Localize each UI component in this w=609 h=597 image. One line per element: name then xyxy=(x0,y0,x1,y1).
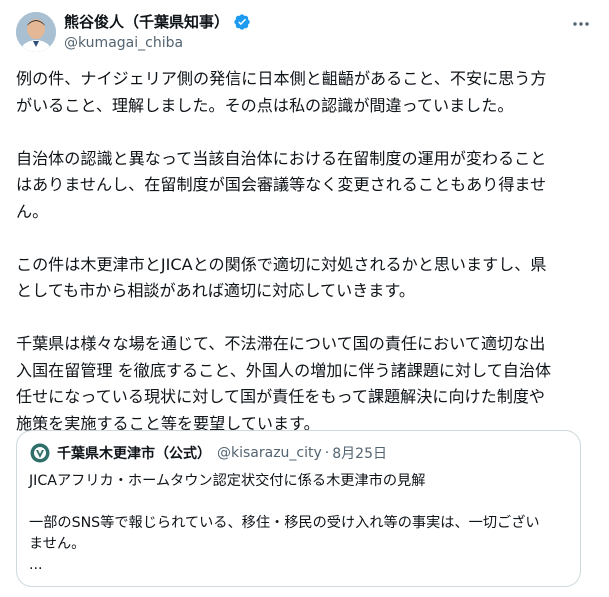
post-paragraph: 自治体の認識と異なって当該自治体における在留制度の運用が変わること はありませんし… xyxy=(16,146,592,226)
more-options-button[interactable] xyxy=(567,10,595,38)
quote-body-line: 一部のSNS等で報じられている、移住・移民の受け入れ等の事実は、一切ござい xyxy=(29,515,540,531)
post-line: 自治体の認識と異なって当該自治体における在留制度の運用が変わること xyxy=(16,148,547,168)
post-line: 千葉県は様々な場を通じて、不法滞在について国の責任において適切な出 xyxy=(16,334,546,353)
quote-body-line: ません。 xyxy=(29,536,86,552)
handle[interactable]: @kumagai_chiba xyxy=(64,34,251,53)
separator-dot: · xyxy=(324,445,330,461)
post-text: 例の件、ナイジェリア側の発信に日本側と齟齬があること、不安に思う方 がいること、理… xyxy=(16,66,592,464)
post-line: この件は木更津市とJICAとの関係で適切に対処されるかと思いますし、県 xyxy=(16,254,547,274)
more-options-icon xyxy=(573,22,589,26)
quote-text: JICAアフリカ・ホームタウン認定状交付に係る木更津市の見解 一部のSNS等で報… xyxy=(29,471,569,576)
quote-display-name[interactable]: 千葉県木更津市（公式） xyxy=(57,443,211,463)
quote-date[interactable]: 8月25日 xyxy=(332,443,387,463)
post-line: がいること、理解しました。その点は私の認識が間違っていました。 xyxy=(16,95,514,115)
author-info: 熊谷俊人（千葉県知事） @kumagai_chiba xyxy=(64,12,251,53)
quote-ellipsis: ... xyxy=(29,557,43,573)
post-line: としても市から相談があれば適切に対応していきます。 xyxy=(16,281,415,300)
avatar-photo-icon xyxy=(16,12,56,52)
post-paragraph: 千葉県は様々な場を通じて、不法滞在について国の責任において適切な出 入国在留管理 … xyxy=(16,331,592,437)
quote-header: 千葉県木更津市（公式） @kisarazu_city · 8月25日 xyxy=(29,442,387,464)
post-paragraph: この件は木更津市とJICAとの関係で適切に対処されるかと思いますし、県 としても市… xyxy=(16,252,592,305)
post-line: 任せになっている現状に対して国が責任をもって課題解決に向けた制度や xyxy=(16,387,546,406)
verified-badge-icon[interactable] xyxy=(233,13,251,31)
post-line: 例の件、ナイジェリア側の発信に日本側と齟齬があること、不安に思う方 xyxy=(16,69,547,88)
name-row: 熊谷俊人（千葉県知事） xyxy=(64,12,251,32)
tweet: 熊谷俊人（千葉県知事） @kumagai_chiba 例の件、ナイジェリア側の発… xyxy=(0,0,609,597)
post-line: はありませんし、在留制度が国会審議等なく変更されることもあり得ませ xyxy=(16,175,547,194)
post-paragraph: 例の件、ナイジェリア側の発信に日本側と齟齬があること、不安に思う方 がいること、理… xyxy=(16,66,592,119)
quote-handle[interactable]: @kisarazu_city xyxy=(217,445,322,461)
quote-title: JICAアフリカ・ホームタウン認定状交付に係る木更津市の見解 xyxy=(29,473,426,489)
post-line: ん。 xyxy=(16,201,49,221)
quoted-tweet[interactable]: 千葉県木更津市（公式） @kisarazu_city · 8月25日 JICAア… xyxy=(16,430,581,587)
avatar[interactable] xyxy=(16,12,56,52)
display-name[interactable]: 熊谷俊人（千葉県知事） xyxy=(64,12,229,32)
kisarazu-city-logo-icon xyxy=(29,442,51,464)
post-line: 入国在留管理 を徹底すること、外国人の増加に伴う諸課題に対して自治体 xyxy=(16,360,552,380)
